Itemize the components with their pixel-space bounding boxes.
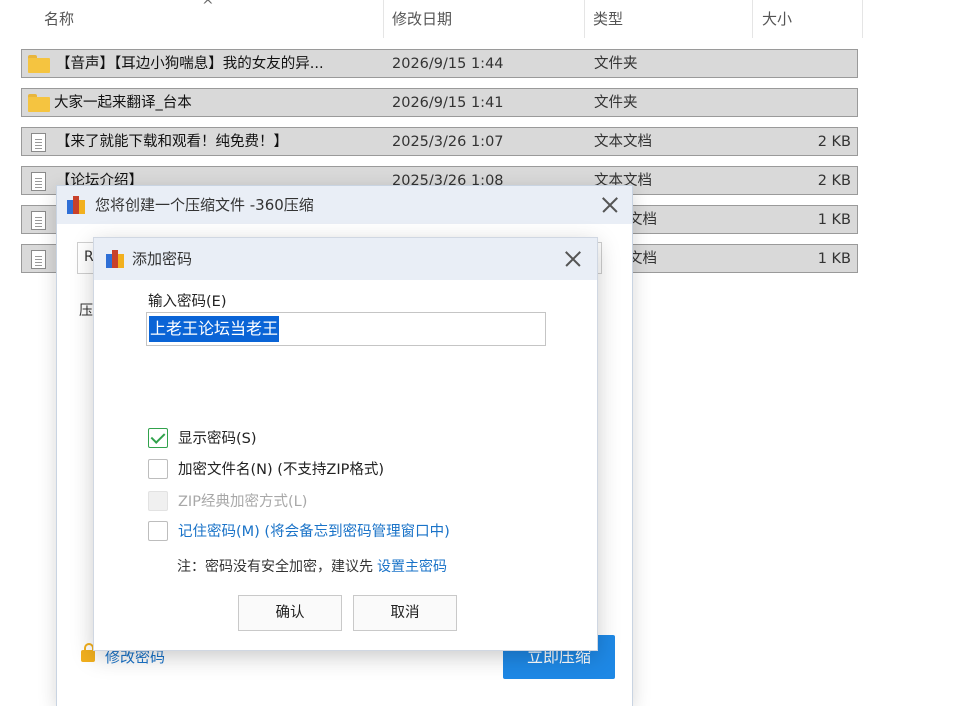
password-input-label: 输入密码(E) xyxy=(148,294,227,310)
file-row[interactable]: 【来了就能下载和观看！纯免费！】 2025/3/26 1:07 文本文档 2 K… xyxy=(21,127,858,156)
sort-ascending-icon: ^ xyxy=(202,0,214,14)
zip-classic-encryption-label: ZIP经典加密方式(L) xyxy=(178,494,308,510)
file-row[interactable]: 【音声】【耳边小狗喘息】我的女友的异... 2026/9/15 1:44 文件夹 xyxy=(21,49,858,78)
column-divider[interactable] xyxy=(383,0,384,38)
file-name: 大家一起来翻译_台本 xyxy=(54,95,192,111)
column-divider[interactable] xyxy=(862,0,863,38)
file-size: 1 KB xyxy=(817,212,851,228)
file-name: 【来了就能下载和观看！纯免费！】 xyxy=(56,134,288,150)
column-header-name[interactable]: 名称 xyxy=(44,0,74,38)
compress-option-label: 压 xyxy=(79,303,93,319)
close-icon[interactable] xyxy=(598,193,622,217)
file-row[interactable]: 大家一起来翻译_台本 2026/9/15 1:41 文件夹 xyxy=(21,88,858,117)
file-type: 文档 xyxy=(628,212,657,228)
compress-dialog-titlebar[interactable]: 您将创建一个压缩文件 -360压缩 xyxy=(57,186,632,224)
folder-icon xyxy=(28,94,50,112)
file-size: 1 KB xyxy=(817,251,851,267)
file-type: 文本文档 xyxy=(594,134,652,150)
add-password-dialog: 添加密码 输入密码(E) 上老王论坛当老王 显示密码(S) 加密文件名(N) (… xyxy=(94,238,597,650)
archive-path-text: R xyxy=(84,249,94,265)
show-password-checkbox[interactable] xyxy=(148,428,168,448)
password-value: 上老王论坛当老王 xyxy=(149,316,280,342)
column-divider[interactable] xyxy=(584,0,585,38)
column-header-type[interactable]: 类型 xyxy=(593,0,623,38)
folder-icon xyxy=(28,55,50,73)
document-icon xyxy=(31,211,46,230)
column-header-date[interactable]: 修改日期 xyxy=(392,0,452,38)
confirm-button[interactable]: 确认 xyxy=(238,595,342,631)
column-divider[interactable] xyxy=(752,0,753,38)
show-password-label: 显示密码(S) xyxy=(178,431,257,447)
file-name: 【音声】【耳边小狗喘息】我的女友的异... xyxy=(56,56,324,72)
compress-dialog-title: 您将创建一个压缩文件 -360压缩 xyxy=(95,196,314,214)
file-type: 文件夹 xyxy=(594,56,638,72)
set-master-password-link[interactable]: 设置主密码 xyxy=(377,559,447,575)
zip-classic-encryption-checkbox xyxy=(148,491,168,511)
column-header-size[interactable]: 大小 xyxy=(762,0,792,38)
close-icon[interactable] xyxy=(561,247,585,271)
cancel-button[interactable]: 取消 xyxy=(353,595,457,631)
change-password-label: 修改密码 xyxy=(105,648,166,666)
file-date: 2026/9/15 1:44 xyxy=(392,56,504,72)
file-size: 2 KB xyxy=(817,173,851,189)
security-note: 注：密码没有安全加密，建议先 设置主密码 xyxy=(177,556,447,576)
add-password-title: 添加密码 xyxy=(132,250,193,268)
file-date: 2025/3/26 1:07 xyxy=(392,134,504,150)
360zip-app-icon xyxy=(67,196,85,214)
add-password-titlebar[interactable]: 添加密码 xyxy=(94,238,597,280)
file-size: 2 KB xyxy=(817,134,851,150)
360zip-app-icon xyxy=(106,250,124,268)
encrypt-filenames-label: 加密文件名(N) (不支持ZIP格式) xyxy=(178,462,385,478)
file-date: 2026/9/15 1:41 xyxy=(392,95,504,111)
lock-icon xyxy=(81,643,95,662)
document-icon xyxy=(31,250,46,269)
file-type: 文件夹 xyxy=(594,95,638,111)
password-input[interactable]: 上老王论坛当老王 xyxy=(146,312,546,346)
document-icon xyxy=(31,172,46,191)
security-note-text: 注：密码没有安全加密，建议先 xyxy=(177,559,373,575)
encrypt-filenames-checkbox[interactable] xyxy=(148,459,168,479)
remember-password-label: 记住密码(M) (将会备忘到密码管理窗口中) xyxy=(178,524,450,540)
file-type: 文档 xyxy=(628,251,657,267)
remember-password-checkbox[interactable] xyxy=(148,521,168,541)
document-icon xyxy=(31,133,46,152)
